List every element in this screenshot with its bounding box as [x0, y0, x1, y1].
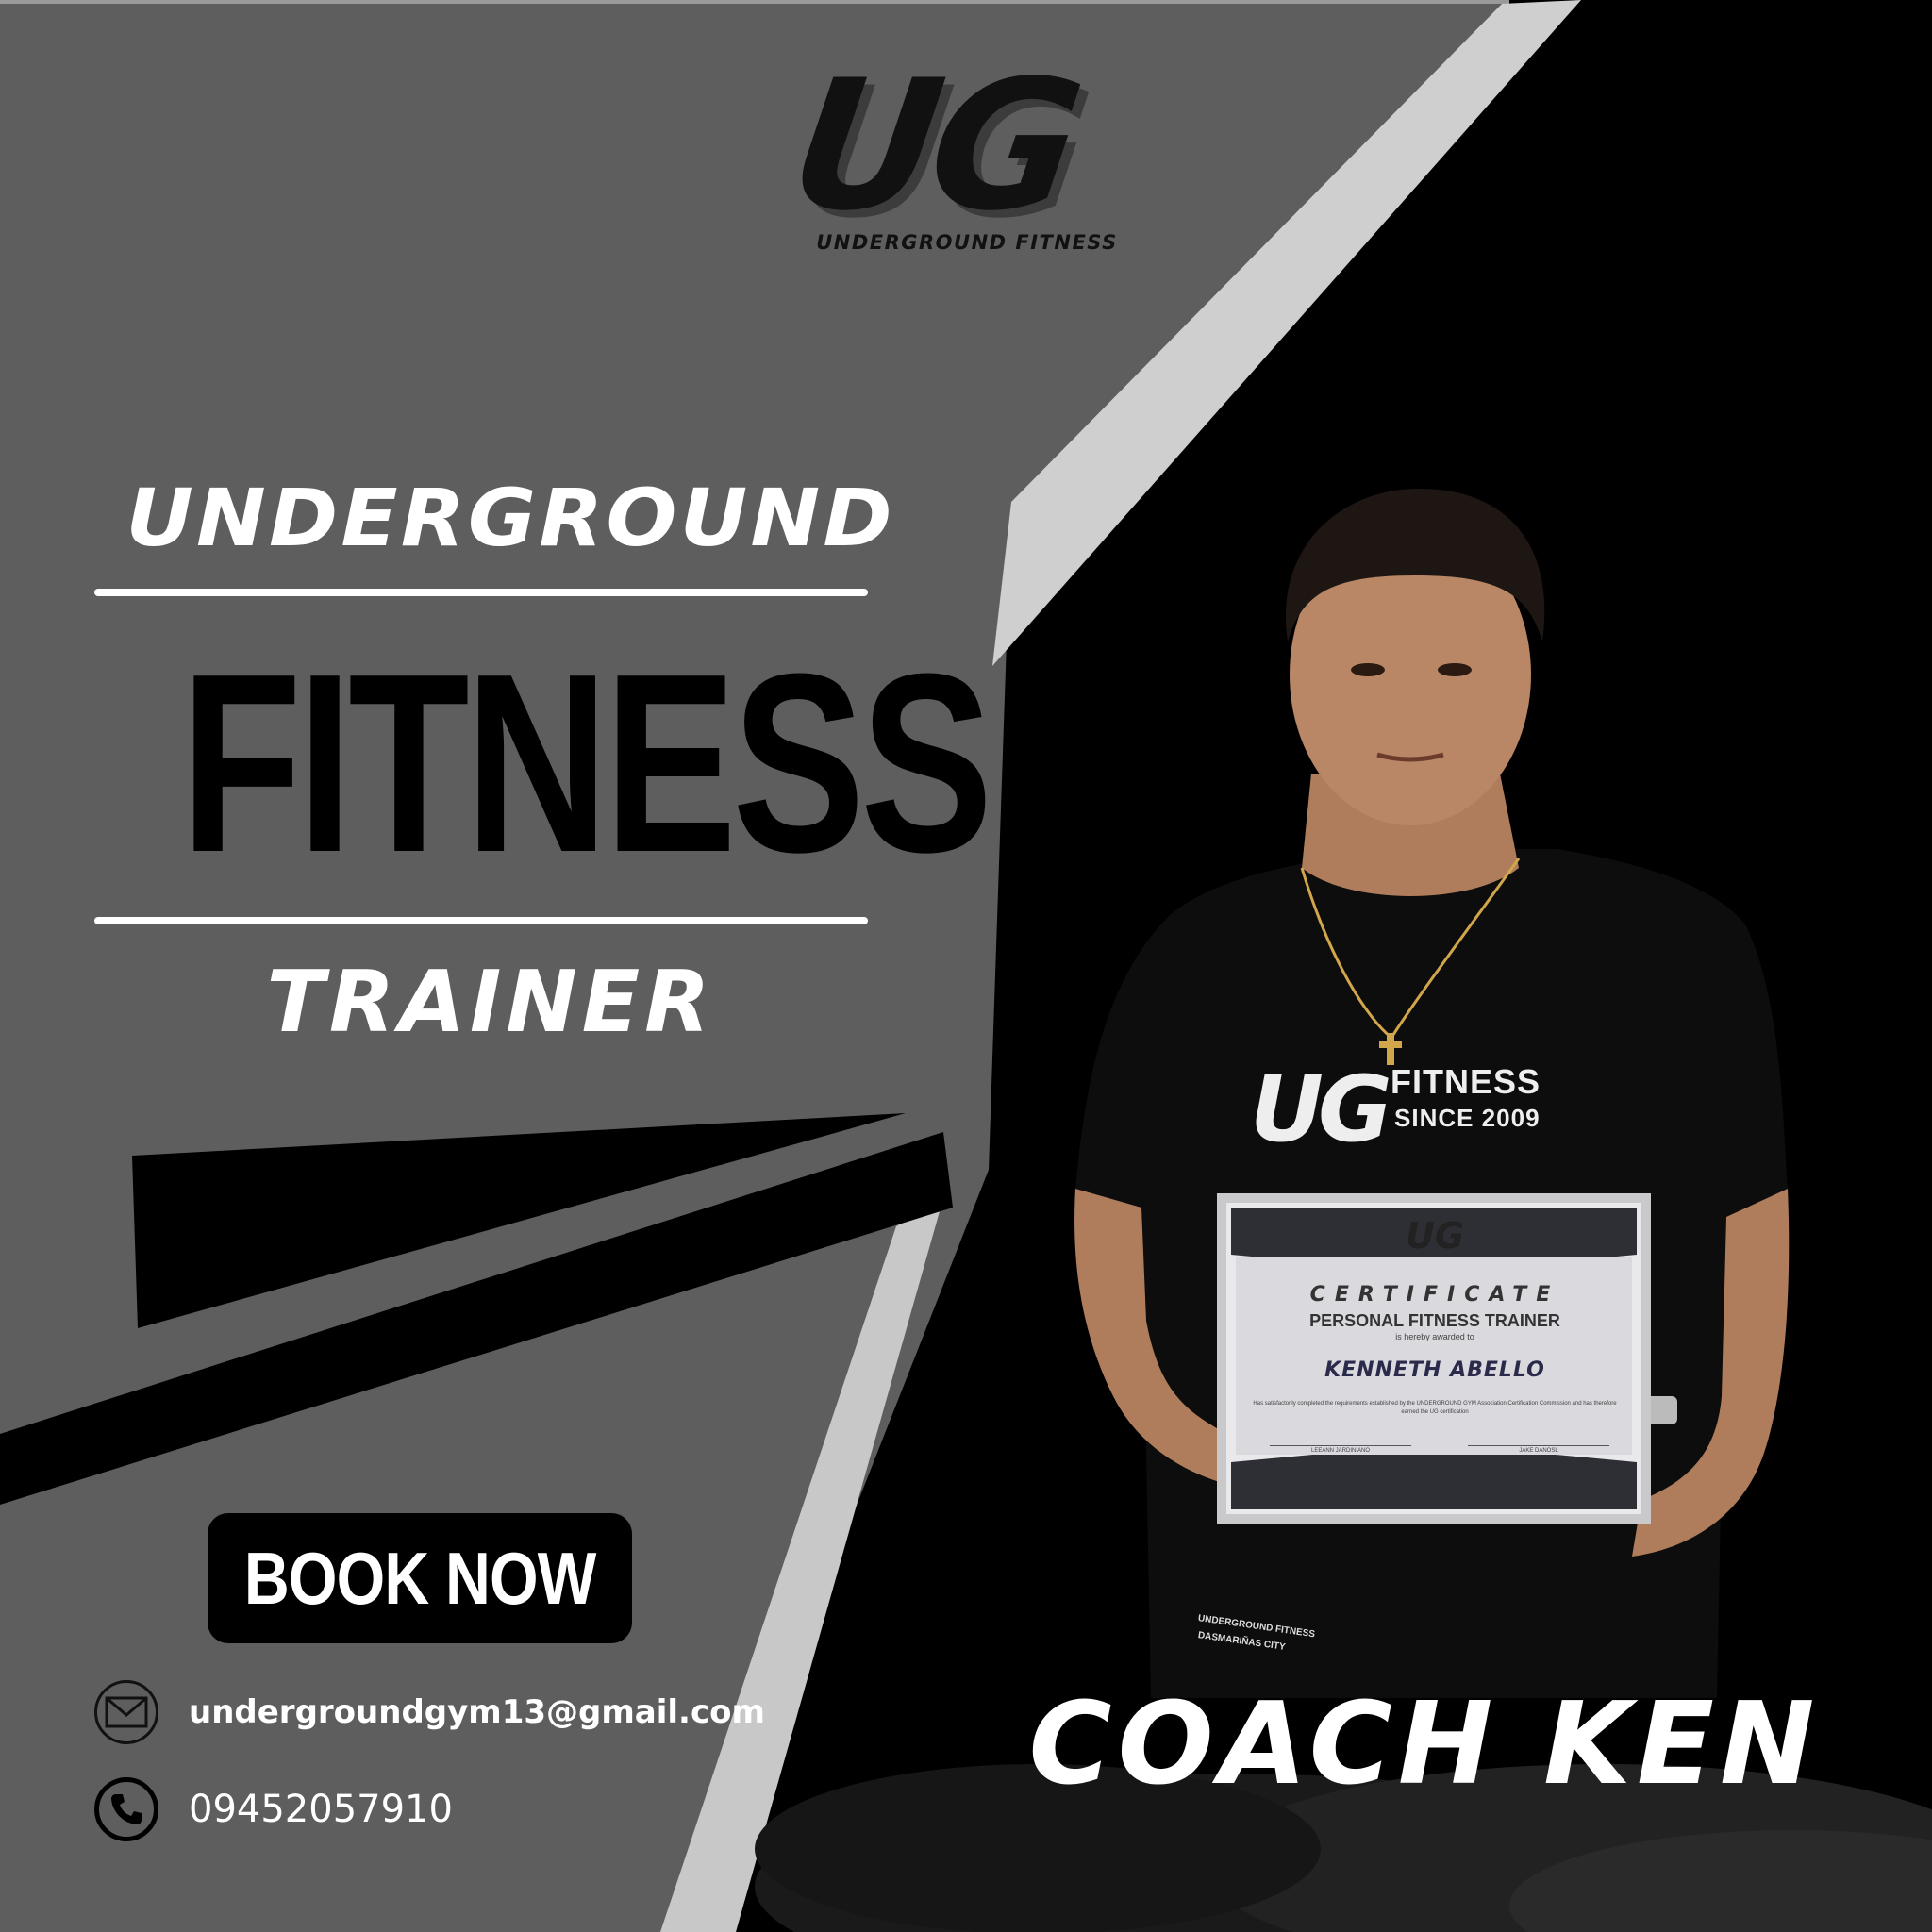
contact-email-row[interactable]: undergroundgym13@gmail.com: [94, 1676, 765, 1748]
certificate-recipient: KENNETH ABELLO: [1324, 1358, 1545, 1382]
mail-icon: [94, 1680, 158, 1744]
top-edge-line: [0, 0, 1509, 4]
shirt-fitness: FITNESS: [1391, 1062, 1541, 1101]
book-now-button[interactable]: BOOK NOW: [208, 1513, 632, 1643]
headline-divider-bottom: [94, 917, 868, 924]
headline-trainer: TRAINER: [266, 953, 715, 1052]
headline-fitness: FITNESS: [180, 622, 992, 906]
certificate-description: Has satisfactorily completed the require…: [1253, 1401, 1617, 1415]
logo-subtitle: UNDERGROUND FITNESS: [816, 231, 1118, 254]
phone-icon: [94, 1777, 158, 1841]
certificate-subtitle: PERSONAL FITNESS TRAINER: [1309, 1311, 1560, 1330]
book-now-label: BOOK NOW: [243, 1536, 596, 1620]
certificate: UG CERTIFICATE PERSONAL FITNESS TRAINER …: [1223, 1198, 1647, 1519]
shirt-logo: UG: [1250, 1057, 1392, 1162]
certificate-awarded: is hereby awarded to: [1395, 1332, 1474, 1341]
poster: UG UNDERGROUND FITNESS UNDERGROUND FITNE…: [0, 0, 1932, 1932]
certificate-title: CERTIFICATE: [1309, 1283, 1560, 1307]
headline-divider-top: [94, 589, 868, 596]
brand-logo: UG UNDERGROUND FITNESS: [779, 42, 1141, 264]
certificate-signatory-right: JAKE DANOSL: [1468, 1445, 1609, 1454]
contact-phone: 09452057910: [189, 1788, 453, 1831]
headline-underground: UNDERGROUND: [125, 472, 895, 564]
coach-name: COACH KEN: [1028, 1679, 1821, 1810]
contact-email: undergroundgym13@gmail.com: [189, 1693, 765, 1731]
contact-phone-row[interactable]: 09452057910: [94, 1774, 453, 1845]
shirt-since: SINCE 2009: [1394, 1104, 1541, 1132]
certificate-logo: UG: [1405, 1215, 1465, 1257]
logo-mark: UG: [779, 42, 1087, 250]
certificate-signatory-left: LEEANN JARDINIANO: [1270, 1445, 1411, 1454]
